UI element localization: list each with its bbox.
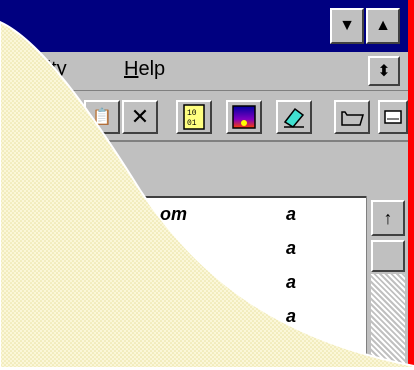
binary-view-button[interactable]: 10 01 bbox=[176, 100, 212, 134]
paste-icon: 📋 bbox=[92, 109, 112, 126]
drive-button[interactable] bbox=[378, 100, 408, 134]
open-folder-button[interactable] bbox=[334, 100, 370, 134]
list-item[interactable]: · a bbox=[0, 238, 366, 272]
window-border bbox=[408, 0, 414, 368]
file-list[interactable]: om a · a a a bbox=[0, 196, 366, 370]
app-window: ▼ ▲ rity Help ⬍ 📋 ✕ 10 01 om a · a a a ↑ bbox=[0, 0, 414, 370]
menu-help[interactable]: Help bbox=[124, 58, 165, 81]
toolbar: 📋 ✕ 10 01 bbox=[0, 92, 408, 142]
delete-button[interactable]: ✕ bbox=[122, 100, 158, 134]
minimize-button[interactable]: ▼ bbox=[330, 8, 364, 44]
header-band bbox=[0, 142, 408, 194]
list-item[interactable]: a bbox=[0, 306, 366, 340]
image-view-button[interactable] bbox=[226, 100, 262, 134]
eraser-icon bbox=[283, 107, 305, 128]
scroll-thumb[interactable] bbox=[371, 240, 405, 272]
scroll-track[interactable] bbox=[371, 274, 405, 368]
list-item-attr: a bbox=[286, 238, 297, 258]
arrow-up-icon: ↑ bbox=[383, 207, 393, 228]
list-item[interactable]: om a bbox=[0, 204, 366, 238]
menu-help-label: elp bbox=[138, 58, 166, 80]
list-item[interactable]: a bbox=[0, 272, 366, 306]
maximize-button[interactable]: ▲ bbox=[366, 8, 400, 44]
list-item-attr: a bbox=[286, 204, 297, 224]
restore-button[interactable]: ⬍ bbox=[368, 56, 400, 86]
svg-text:01: 01 bbox=[187, 119, 197, 128]
list-item-attr: a bbox=[286, 306, 297, 326]
scroll-up-button[interactable]: ↑ bbox=[371, 200, 405, 236]
menu-help-mnemonic: H bbox=[124, 58, 139, 80]
list-item-name: · bbox=[160, 238, 166, 258]
list-item-attr: a bbox=[286, 272, 297, 292]
triangle-up-icon: ▲ bbox=[375, 17, 391, 34]
paste-button[interactable]: 📋 bbox=[84, 100, 120, 134]
picture-icon bbox=[232, 105, 256, 129]
up-down-arrow-icon: ⬍ bbox=[377, 63, 391, 80]
edit-button[interactable] bbox=[276, 100, 312, 134]
triangle-down-icon: ▼ bbox=[339, 17, 355, 34]
svg-text:10: 10 bbox=[187, 109, 197, 118]
menu-security[interactable]: rity bbox=[40, 58, 67, 81]
folder-icon bbox=[341, 111, 364, 126]
vertical-scrollbar[interactable]: ↑ bbox=[366, 196, 409, 368]
binary-file-icon: 10 01 bbox=[183, 104, 205, 130]
title-bar: ▼ ▲ bbox=[0, 0, 408, 52]
menu-bar: rity Help ⬍ bbox=[0, 52, 408, 91]
drive-icon bbox=[384, 110, 402, 124]
delete-x-icon: ✕ bbox=[130, 104, 150, 129]
list-item-name: om bbox=[160, 204, 187, 224]
